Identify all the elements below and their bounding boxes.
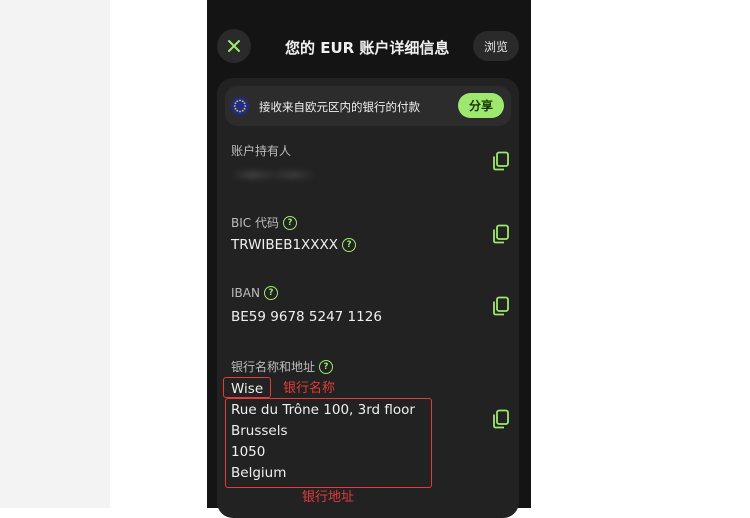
iban-label: IBAN ?: [231, 286, 278, 300]
copy-icon[interactable]: [492, 151, 510, 171]
help-icon[interactable]: ?: [342, 238, 357, 252]
close-icon: [228, 40, 240, 52]
phone-screen: 您的 EUR 账户详细信息 浏览 接收来自欧元区内的银行的付款 分享 账户持有人…: [207, 0, 531, 518]
close-button[interactable]: [217, 29, 251, 63]
copy-icon[interactable]: [492, 409, 510, 429]
annotation-box-bank-name: [223, 377, 271, 398]
browse-button[interactable]: 浏览: [473, 31, 519, 61]
copy-icon[interactable]: [492, 296, 510, 316]
account-holder-label: 账户持有人: [231, 144, 292, 158]
account-holder-value-redacted: [231, 171, 315, 179]
annotation-label-bank-address: 银行地址: [302, 490, 355, 505]
copy-icon[interactable]: [492, 224, 510, 244]
page-title: 您的 EUR 账户详细信息: [285, 39, 450, 57]
iban-value: BE59 9678 5247 1126: [231, 309, 382, 325]
page-left-margin: [0, 0, 110, 508]
help-icon[interactable]: ?: [282, 215, 297, 230]
annotation-box-bank-address: [225, 398, 432, 488]
share-button[interactable]: 分享: [458, 93, 504, 118]
help-icon[interactable]: ?: [319, 359, 334, 374]
eu-flag-icon: [231, 97, 249, 115]
bic-label: BIC 代码 ?: [231, 214, 297, 231]
receive-banner-text: 接收来自欧元区内的银行的付款: [259, 100, 420, 114]
annotation-label-bank-name: 银行名称: [283, 381, 336, 396]
bank-label: 银行名称和地址 ?: [231, 358, 334, 375]
receive-banner: 接收来自欧元区内的银行的付款 分享: [225, 86, 511, 126]
bic-value: TRWIBEB1XXXX ?: [231, 237, 357, 253]
top-bar: 您的 EUR 账户详细信息 浏览: [207, 0, 531, 78]
help-icon[interactable]: ?: [263, 286, 278, 300]
